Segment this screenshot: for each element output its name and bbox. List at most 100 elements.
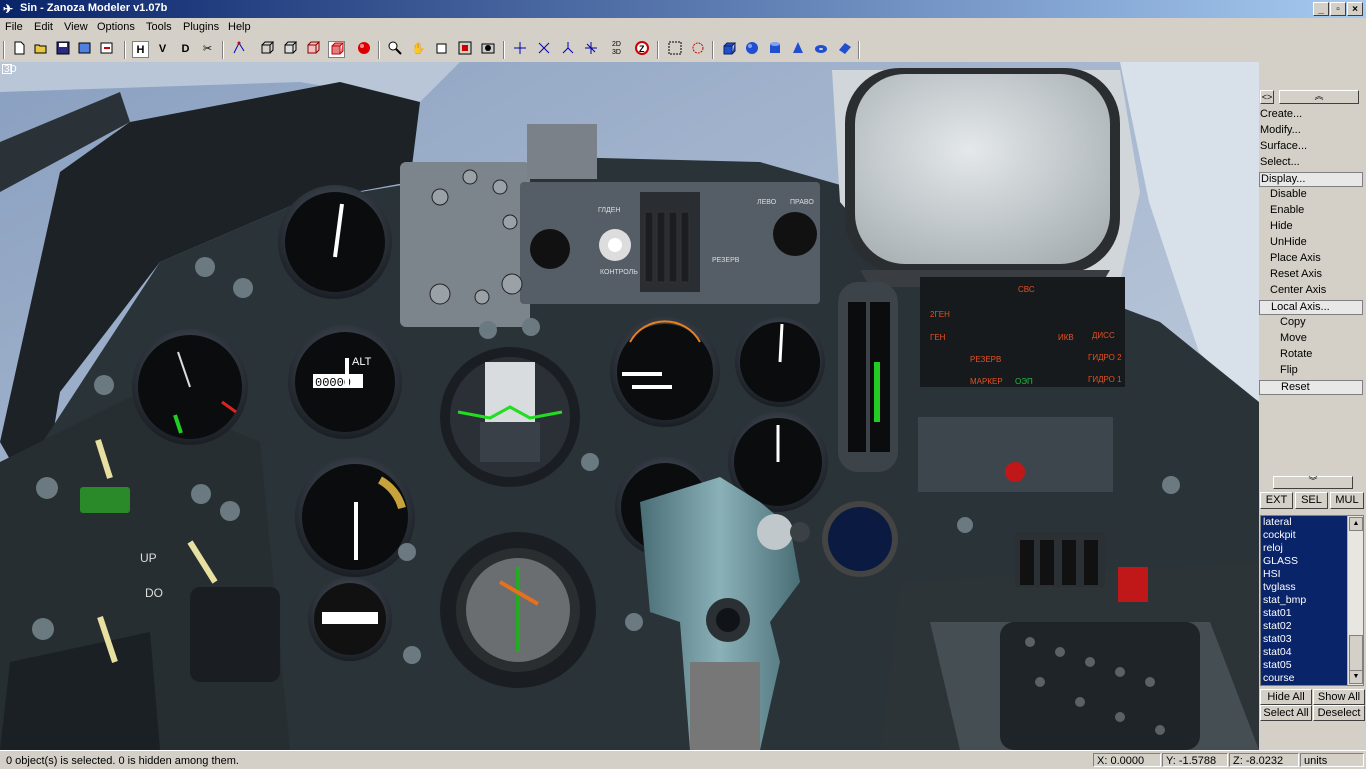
panel-menu-item[interactable]: Enable xyxy=(1270,204,1304,216)
restore-button[interactable]: ▫ xyxy=(1330,2,1346,16)
rotate-view-icon[interactable] xyxy=(433,41,450,58)
select-box-icon[interactable] xyxy=(666,41,683,58)
object-list-scrollbar[interactable]: ▲ ▼ xyxy=(1347,516,1363,685)
mode-sel-button[interactable]: SEL xyxy=(1295,492,1328,509)
toolbar-separator xyxy=(378,41,380,59)
create-box-icon[interactable] xyxy=(720,41,737,58)
panel-menu-item[interactable]: Local Axis... xyxy=(1259,300,1363,315)
menu-edit[interactable]: Edit xyxy=(34,21,53,33)
menu-help[interactable]: Help xyxy=(228,21,251,33)
vertex-tool-icon[interactable] xyxy=(230,41,247,58)
cube-shaded-icon[interactable] xyxy=(328,41,345,58)
label-kontrol: КОНТРОЛЬ xyxy=(600,269,638,276)
warn-gidro-2: ГИДРО 2 xyxy=(1088,353,1122,362)
show-all-button[interactable]: Show All xyxy=(1313,689,1365,705)
no-z-icon[interactable]: Z xyxy=(633,41,650,58)
panel-menu-item[interactable]: Flip xyxy=(1280,364,1298,376)
scroll-up-arrow-icon[interactable]: ▲ xyxy=(1349,517,1363,531)
label-gden: ГЛДЕН xyxy=(598,207,620,214)
scroll-up-button[interactable]: ︽ xyxy=(1279,90,1359,104)
zoom-icon[interactable] xyxy=(386,41,403,58)
vertex-view-button[interactable]: V xyxy=(154,41,171,58)
export-icon[interactable] xyxy=(98,41,115,58)
warn-ikv: ИКВ xyxy=(1058,333,1074,342)
camera-icon[interactable] xyxy=(479,41,496,58)
menu-view[interactable]: View xyxy=(64,21,88,33)
2d-3d-toggle-icon[interactable]: 2D 3D xyxy=(608,41,625,58)
window-title: Sin - Zanoza Modeler v1.07b xyxy=(20,2,168,14)
import-icon[interactable] xyxy=(76,41,93,58)
scroll-down-button[interactable]: ︾ xyxy=(1273,476,1353,489)
open-folder-icon[interactable] xyxy=(32,41,49,58)
select-all-button[interactable]: Select All xyxy=(1260,705,1312,721)
status-units: units xyxy=(1300,753,1364,767)
panel-toggle-button[interactable]: <> xyxy=(1260,90,1274,104)
warn-rezerv: РЕЗЕРВ xyxy=(970,355,1001,364)
pan-hand-icon[interactable]: ✋ xyxy=(410,41,427,58)
viewport-3d[interactable]: 3D КОНТРОЛЬ ГЛДЕН РЕЗЕРВ ПРАВО ЛЕВО ALT … xyxy=(0,62,1259,750)
display-view-button[interactable]: D xyxy=(177,41,194,58)
menu-tools[interactable]: Tools xyxy=(146,21,172,33)
create-plane-icon[interactable] xyxy=(836,41,853,58)
menu-options[interactable]: Options xyxy=(97,21,135,33)
panel-menu-item[interactable]: Reset xyxy=(1259,380,1363,395)
toolbar-separator xyxy=(3,41,5,59)
panel-menu-item[interactable]: Move xyxy=(1280,332,1307,344)
warn-gen: ГЕН xyxy=(930,333,946,342)
panel-menu-item[interactable]: Reset Axis xyxy=(1270,268,1322,280)
warn-oep: ОЭП xyxy=(1015,377,1033,386)
menu-plugins[interactable]: Plugins xyxy=(183,21,219,33)
axis-move-icon[interactable] xyxy=(535,41,552,58)
warn-2gen: 2ГЕН xyxy=(930,310,950,319)
create-torus-icon[interactable] xyxy=(812,41,829,58)
new-file-icon[interactable] xyxy=(10,41,27,58)
cube-wire-icon[interactable] xyxy=(258,41,275,58)
save-icon[interactable] xyxy=(54,41,71,58)
panel-menu-item[interactable]: Select... xyxy=(1260,156,1300,168)
toolbar-separator xyxy=(858,41,860,59)
axis-rotate-icon[interactable] xyxy=(559,41,576,58)
axis-select-icon[interactable] xyxy=(511,41,528,58)
viewport-label: 3D xyxy=(4,64,17,75)
panel-menu-item[interactable]: Surface... xyxy=(1260,140,1307,152)
select-circle-icon[interactable] xyxy=(689,41,706,58)
hide-view-button[interactable]: H xyxy=(132,41,149,58)
panel-menu-item[interactable]: Rotate xyxy=(1280,348,1312,360)
panel-menu-item[interactable]: Copy xyxy=(1280,316,1306,328)
alt-label: ALT xyxy=(352,356,372,368)
deselect-button[interactable]: Deselect xyxy=(1313,705,1365,721)
scroll-down-arrow-icon[interactable]: ▼ xyxy=(1349,670,1363,684)
label-up: UP xyxy=(140,551,157,565)
hide-all-button[interactable]: Hide All xyxy=(1260,689,1312,705)
sphere-render-icon[interactable] xyxy=(355,41,372,58)
zoom-region-icon[interactable] xyxy=(456,41,473,58)
panel-menu-item[interactable]: Modify... xyxy=(1260,124,1301,136)
create-cylinder-icon[interactable] xyxy=(766,41,783,58)
cube-flat-icon[interactable] xyxy=(304,41,321,58)
panel-menu-item[interactable]: Disable xyxy=(1270,188,1307,200)
label-pravo: ПРАВО xyxy=(790,199,814,206)
scissors-icon[interactable]: ✂ xyxy=(199,41,216,58)
panel-menu-item[interactable]: UnHide xyxy=(1270,236,1307,248)
mode-ext-button[interactable]: EXT xyxy=(1260,492,1293,509)
status-bar: 0 object(s) is selected. 0 is hidden amo… xyxy=(0,750,1366,769)
cube-hidden-icon[interactable] xyxy=(281,41,298,58)
object-list[interactable]: lateral cockpit reloj GLASS HSI tvglass stat_b… xyxy=(1260,515,1364,686)
create-cone-icon[interactable] xyxy=(789,41,806,58)
warn-svs: СВС xyxy=(1018,285,1035,294)
axis-scale-icon[interactable] xyxy=(582,41,599,58)
minimize-button[interactable]: _ xyxy=(1313,2,1329,16)
menu-bar: File Edit View Options Tools Plugins Hel… xyxy=(0,18,1366,38)
panel-menu-item[interactable]: Create... xyxy=(1260,108,1302,120)
scroll-thumb[interactable] xyxy=(1349,635,1363,671)
panel-menu-item[interactable]: Place Axis xyxy=(1270,252,1321,264)
mode-mul-button[interactable]: MUL xyxy=(1330,492,1364,509)
panel-menu-item[interactable]: Hide xyxy=(1270,220,1293,232)
panel-menu-item[interactable]: Display... xyxy=(1259,172,1363,187)
close-button[interactable]: × xyxy=(1347,2,1363,16)
toolbar-separator xyxy=(712,41,714,59)
panel-menu-item[interactable]: Center Axis xyxy=(1270,284,1326,296)
create-sphere-icon[interactable] xyxy=(743,41,760,58)
menu-file[interactable]: File xyxy=(5,21,23,33)
status-y-coord: Y: -1.5788 xyxy=(1162,753,1228,767)
